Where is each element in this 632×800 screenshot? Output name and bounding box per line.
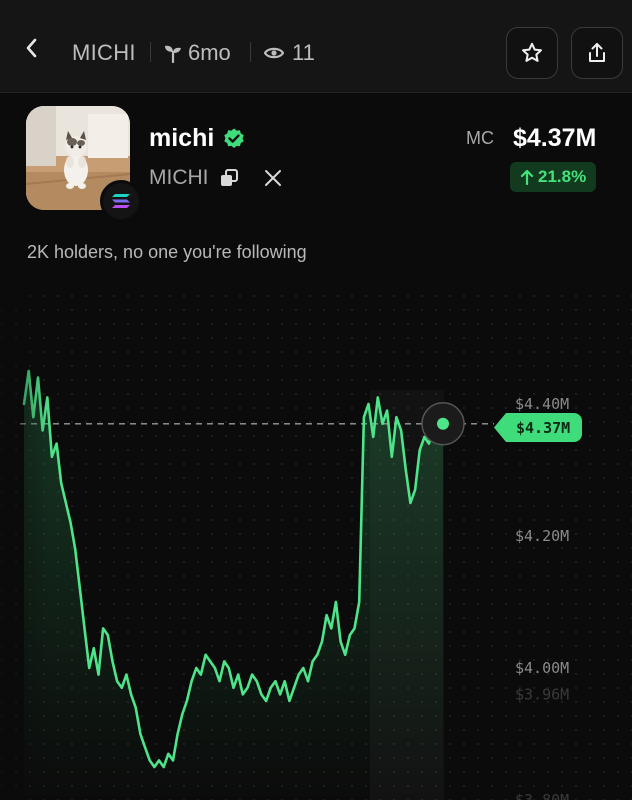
divider <box>250 42 251 62</box>
favorite-button[interactable] <box>506 27 558 79</box>
chart-fade <box>0 290 632 800</box>
token-name: michi <box>149 124 215 152</box>
copy-icon[interactable] <box>219 168 239 188</box>
price-change-value: 21.8% <box>538 167 587 186</box>
current-price-pill: $4.37M <box>494 413 583 442</box>
divider <box>150 42 151 62</box>
token-age-value: 6mo <box>188 40 231 65</box>
eye-icon <box>264 47 284 59</box>
market-cap-label: MC <box>466 128 494 148</box>
back-button[interactable] <box>18 34 46 62</box>
verified-badge-icon <box>224 128 244 148</box>
token-views-value: 11 <box>292 40 315 65</box>
token-avatar[interactable] <box>26 106 142 222</box>
chevron-left-icon <box>26 38 37 58</box>
price-change-badge: 21.8% <box>510 162 597 192</box>
token-ticker: MICHI <box>149 166 209 189</box>
holders-text: 2K holders, no one you're following <box>27 242 307 262</box>
chain-badge <box>100 180 142 222</box>
token-name-row: michi <box>149 124 246 153</box>
token-views: 11 <box>264 40 315 66</box>
token-age: 6mo <box>164 40 231 66</box>
token-symbol: MICHI <box>72 40 136 65</box>
share-button[interactable] <box>571 27 623 79</box>
x-icon[interactable] <box>263 168 283 188</box>
star-icon <box>522 42 542 62</box>
price-chart[interactable]: $4.40M$4.20M$4.00M$3.96M$3.80M <box>0 290 632 800</box>
solana-icon <box>112 194 130 208</box>
current-price-label: $4.37M <box>516 418 571 437</box>
current-point-dot <box>437 417 449 430</box>
sprout-icon <box>165 45 181 63</box>
arrow-up-icon <box>520 169 534 185</box>
token-ticker-row: MICHI <box>149 166 283 190</box>
market-cap-value: $4.37M <box>513 124 597 152</box>
share-icon <box>589 43 605 62</box>
top-bar: MICHI 6mo 11 <box>0 0 632 93</box>
